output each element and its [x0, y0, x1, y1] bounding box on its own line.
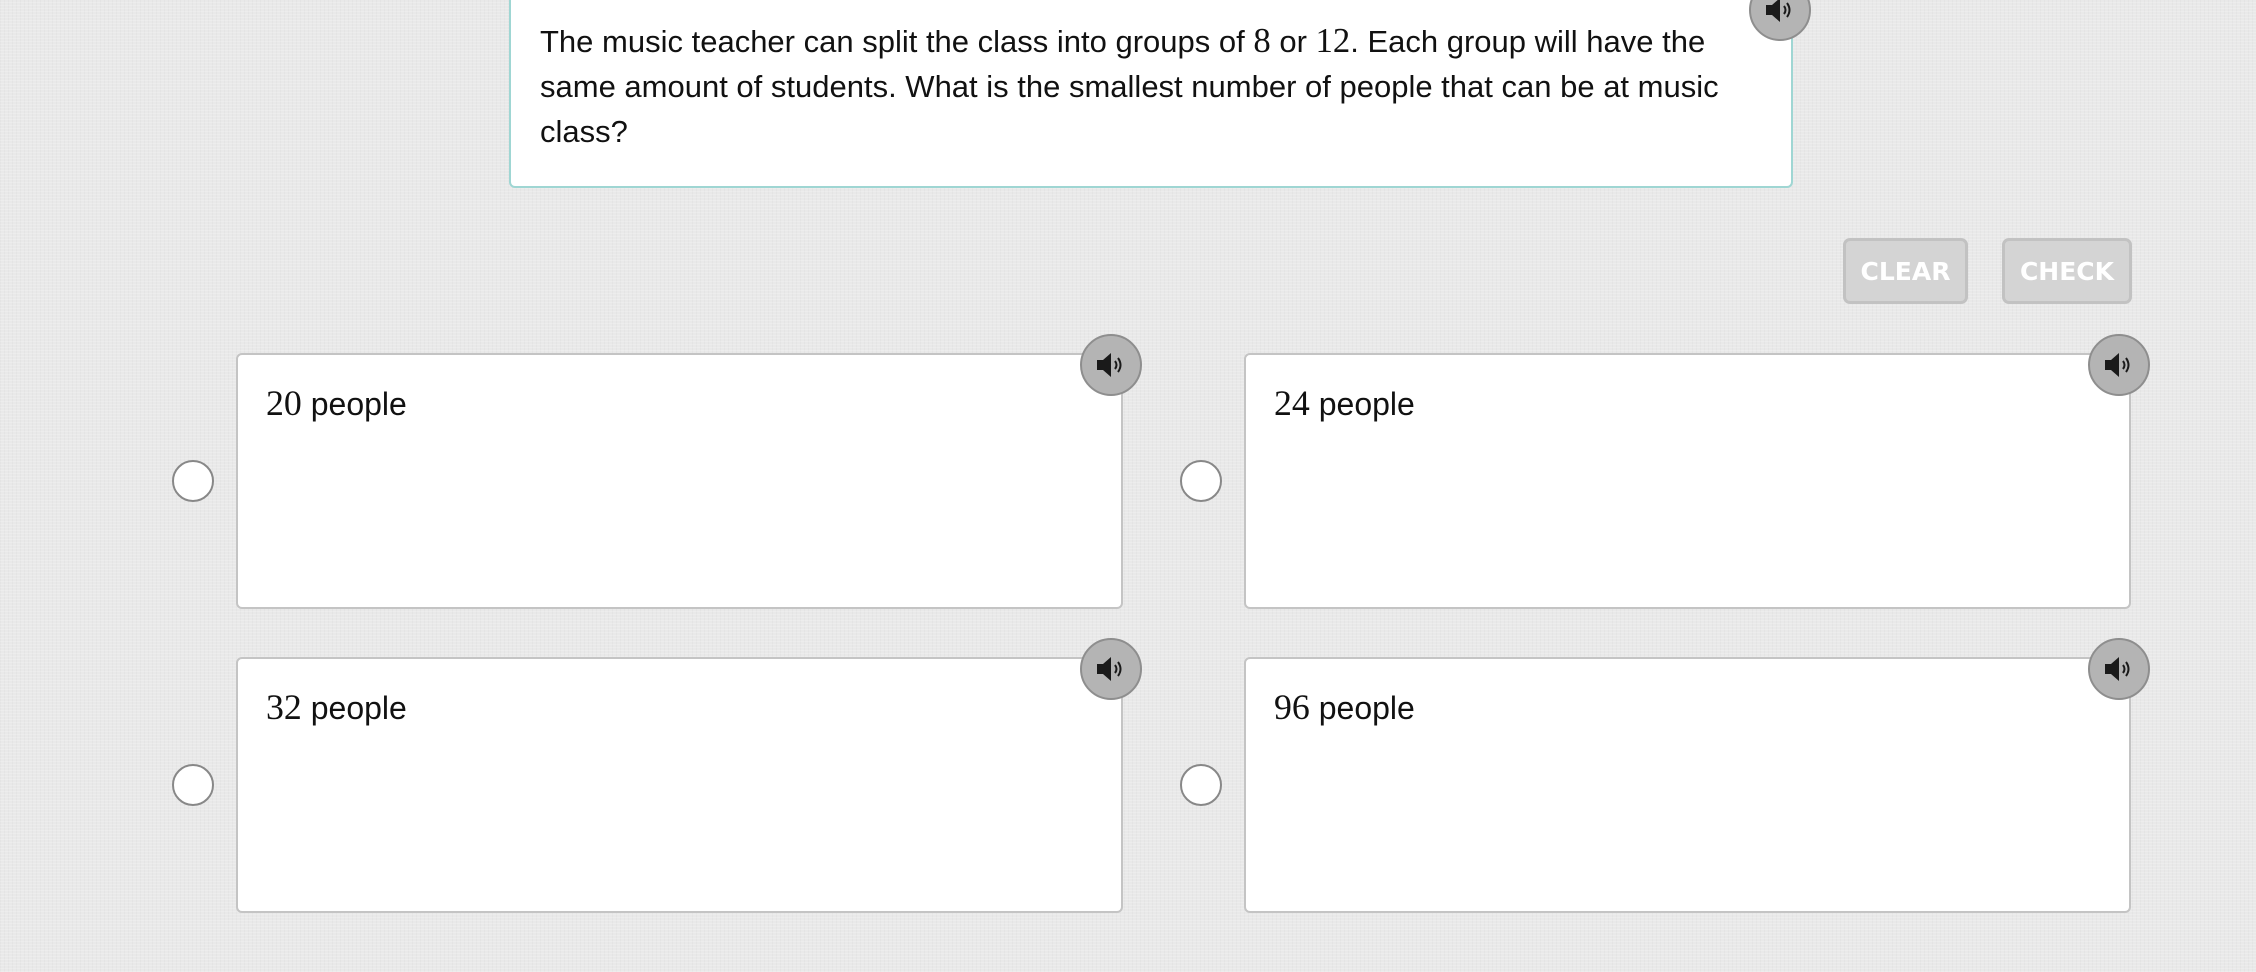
answer-option-4[interactable]: 96 people	[1244, 657, 2131, 913]
question-box: The music teacher can split the class in…	[509, 0, 1793, 188]
speaker-icon	[1097, 657, 1122, 681]
speaker-icon	[2105, 353, 2130, 377]
answer-label: 32 people	[266, 685, 407, 730]
answer-text: people	[301, 690, 407, 726]
answer-option-2[interactable]: 24 people	[1244, 353, 2131, 609]
question-text: The music teacher can split the class in…	[540, 18, 1770, 154]
option-radio-4[interactable]	[1180, 764, 1222, 806]
question-text-part: or	[1270, 24, 1316, 59]
option-2-audio-button[interactable]	[2088, 334, 2150, 396]
option-3-audio-button[interactable]	[1080, 638, 1142, 700]
question-number: 12	[1315, 21, 1351, 60]
answer-option-3[interactable]: 32 people	[236, 657, 1123, 913]
answer-number: 24	[1274, 383, 1310, 423]
speaker-icon	[1766, 0, 1791, 22]
option-radio-1[interactable]	[172, 460, 214, 502]
speaker-icon	[1097, 353, 1122, 377]
option-1-audio-button[interactable]	[1080, 334, 1142, 396]
answer-number: 96	[1274, 687, 1310, 727]
answer-text: people	[1309, 386, 1415, 422]
answer-label: 96 people	[1274, 685, 1415, 730]
check-button[interactable]: CHECK	[2002, 238, 2132, 304]
answer-text: people	[1309, 690, 1415, 726]
clear-button[interactable]: CLEAR	[1843, 238, 1968, 304]
option-radio-2[interactable]	[1180, 460, 1222, 502]
answer-label: 24 people	[1274, 381, 1415, 426]
answer-option-1[interactable]: 20 people	[236, 353, 1123, 609]
answer-label: 20 people	[266, 381, 407, 426]
option-4-audio-button[interactable]	[2088, 638, 2150, 700]
answer-number: 20	[266, 383, 302, 423]
speaker-icon	[2105, 657, 2130, 681]
answer-text: people	[301, 386, 407, 422]
question-text-part: The music teacher can split the class in…	[540, 24, 1254, 59]
question-number: 8	[1253, 21, 1271, 60]
option-radio-3[interactable]	[172, 764, 214, 806]
answer-number: 32	[266, 687, 302, 727]
